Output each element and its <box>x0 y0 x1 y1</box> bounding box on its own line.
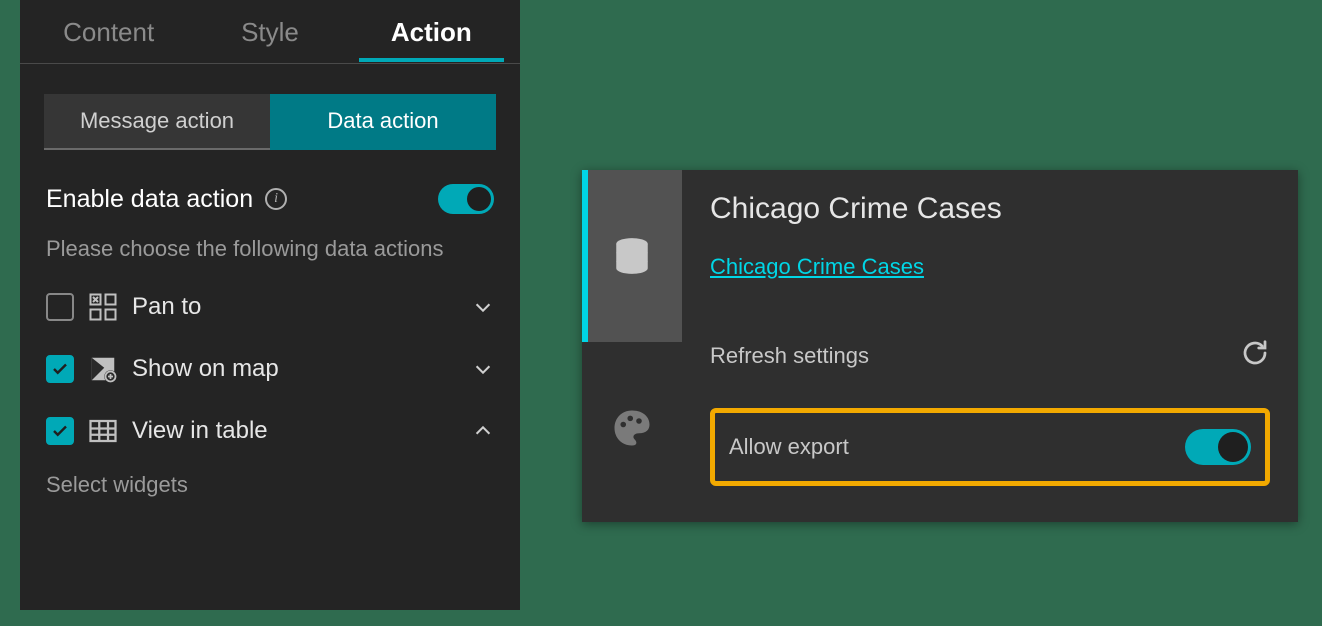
chevron-up-icon <box>472 420 494 442</box>
enable-label-text: Enable data action <box>46 185 253 214</box>
action-pan-to-label: Pan to <box>132 293 458 321</box>
allow-export-toggle[interactable] <box>1185 429 1251 465</box>
top-tab-bar: Content Style Action <box>20 0 520 64</box>
sub-tab-bar: Message action Data action <box>44 94 496 150</box>
map-icon <box>88 354 118 384</box>
allow-export-row: Allow export <box>729 429 1251 465</box>
info-icon[interactable]: i <box>265 188 287 210</box>
side-rail <box>582 170 682 522</box>
subtab-data-action[interactable]: Data action <box>270 94 496 150</box>
subtab-message-action[interactable]: Message action <box>44 94 270 150</box>
checkbox-view-in-table[interactable] <box>46 417 74 445</box>
data-source-link[interactable]: Chicago Crime Cases <box>710 254 924 280</box>
tab-content[interactable]: Content <box>28 3 189 60</box>
action-view-in-table-label: View in table <box>132 417 458 445</box>
chevron-down-icon <box>472 358 494 380</box>
enable-data-action-toggle[interactable] <box>438 184 494 214</box>
checkbox-pan-to[interactable] <box>46 293 74 321</box>
action-view-in-table[interactable]: View in table <box>38 400 502 462</box>
select-widgets-label: Select widgets <box>20 462 520 498</box>
action-pan-to[interactable]: Pan to <box>38 276 502 338</box>
refresh-settings-row[interactable]: Refresh settings <box>710 324 1270 388</box>
chevron-down-icon <box>472 296 494 318</box>
enable-data-action-label: Enable data action i <box>46 185 287 214</box>
tab-style[interactable]: Style <box>189 3 350 60</box>
database-icon <box>611 235 653 277</box>
refresh-settings-label: Refresh settings <box>710 343 869 369</box>
checkbox-show-on-map[interactable] <box>46 355 74 383</box>
data-source-body: Chicago Crime Cases Chicago Crime Cases … <box>682 170 1298 522</box>
helper-text: Please choose the following data actions <box>20 222 520 274</box>
allow-export-label: Allow export <box>729 434 849 460</box>
data-source-title: Chicago Crime Cases <box>710 192 1270 226</box>
tab-action[interactable]: Action <box>351 3 512 60</box>
side-rail-data[interactable] <box>582 170 682 342</box>
palette-icon <box>611 407 653 449</box>
refresh-icon[interactable] <box>1240 338 1270 374</box>
allow-export-highlight: Allow export <box>710 408 1270 486</box>
table-icon <box>88 416 118 446</box>
enable-data-action-row: Enable data action i <box>20 170 520 222</box>
action-show-on-map[interactable]: Show on map <box>38 338 502 400</box>
data-actions-list: Pan to Show on map <box>20 274 520 462</box>
action-show-on-map-label: Show on map <box>132 355 458 383</box>
pan-icon <box>88 292 118 322</box>
data-source-panel: Chicago Crime Cases Chicago Crime Cases … <box>582 170 1298 522</box>
config-panel: Content Style Action Message action Data… <box>20 0 520 610</box>
side-rail-style[interactable] <box>582 342 682 514</box>
